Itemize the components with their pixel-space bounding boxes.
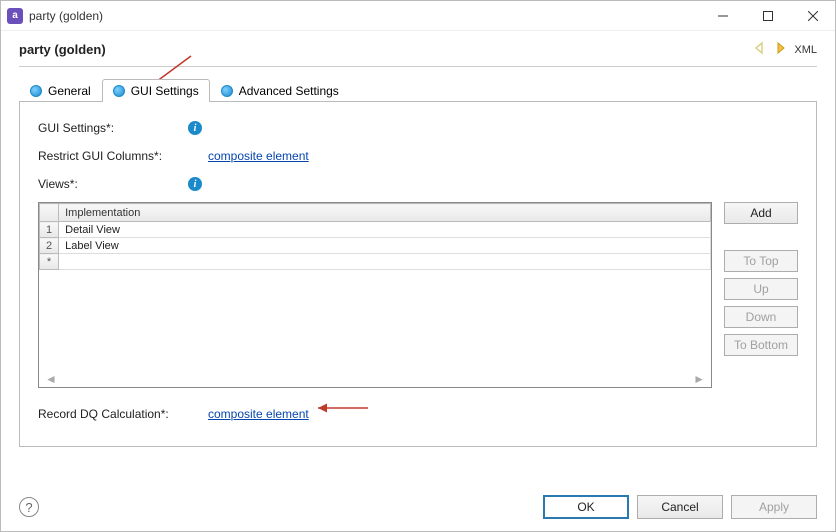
grid-corner (40, 204, 59, 222)
help-icon[interactable]: ? (19, 497, 39, 517)
back-arrow-icon[interactable] (750, 41, 770, 58)
label-record-dq: Record DQ Calculation*: (38, 407, 208, 421)
grid-header-implementation[interactable]: Implementation (59, 204, 711, 222)
titlebar: a party (golden) (1, 1, 835, 31)
grid-scrollbar[interactable]: ◄ ► (39, 371, 711, 387)
cancel-button[interactable]: Cancel (637, 495, 723, 519)
label-views: Views*: (38, 177, 188, 191)
tab-label: GUI Settings (131, 84, 199, 98)
scroll-left-icon[interactable]: ◄ (45, 372, 57, 386)
cell-implementation[interactable]: Detail View (59, 222, 711, 238)
link-restrict-columns[interactable]: composite element (208, 149, 309, 163)
views-area: Implementation 1 Detail View 2 Label Vie… (38, 202, 798, 388)
header-divider (19, 66, 817, 67)
minimize-button[interactable] (700, 1, 745, 31)
row-views: Views*: i (38, 172, 798, 196)
grid-side-buttons: Add To Top Up Down To Bottom (724, 202, 798, 388)
info-icon[interactable]: i (188, 121, 202, 135)
tab-gui-settings[interactable]: GUI Settings (102, 79, 210, 102)
tab-bar: General GUI Settings Advanced Settings (19, 79, 817, 102)
header: party (golden) XML (1, 31, 835, 66)
up-button[interactable]: Up (724, 278, 798, 300)
row-number: * (40, 254, 59, 270)
table-row-new[interactable]: * (40, 254, 711, 270)
apply-button[interactable]: Apply (731, 495, 817, 519)
tab-label: Advanced Settings (239, 84, 339, 98)
footer: ? OK Cancel Apply (19, 495, 817, 519)
cell-implementation[interactable] (59, 254, 711, 270)
tab-dot-icon (221, 85, 233, 97)
tab-dot-icon (30, 85, 42, 97)
to-top-button[interactable]: To Top (724, 250, 798, 272)
close-button[interactable] (790, 1, 835, 31)
tab-advanced-settings[interactable]: Advanced Settings (210, 79, 350, 102)
link-record-dq[interactable]: composite element (208, 407, 309, 421)
cell-implementation[interactable]: Label View (59, 238, 711, 254)
tab-label: General (48, 84, 91, 98)
info-icon[interactable]: i (188, 177, 202, 191)
label-restrict-columns: Restrict GUI Columns*: (38, 149, 188, 163)
add-button[interactable]: Add (724, 202, 798, 224)
row-record-dq: Record DQ Calculation*: composite elemen… (38, 402, 798, 426)
row-gui-settings: GUI Settings*: i (38, 116, 798, 140)
row-restrict-columns: Restrict GUI Columns*: composite element (38, 144, 798, 168)
table-row[interactable]: 2 Label View (40, 238, 711, 254)
window-title: party (golden) (29, 9, 700, 23)
app-icon: a (7, 8, 23, 24)
views-grid[interactable]: Implementation 1 Detail View 2 Label Vie… (38, 202, 712, 388)
label-gui-settings: GUI Settings*: (38, 121, 188, 135)
row-number: 1 (40, 222, 59, 238)
to-bottom-button[interactable]: To Bottom (724, 334, 798, 356)
maximize-button[interactable] (745, 1, 790, 31)
row-number: 2 (40, 238, 59, 254)
down-button[interactable]: Down (724, 306, 798, 328)
scroll-right-icon[interactable]: ► (693, 372, 705, 386)
tab-general[interactable]: General (19, 79, 102, 102)
table-row[interactable]: 1 Detail View (40, 222, 711, 238)
tab-dot-icon (113, 85, 125, 97)
xml-link[interactable]: XML (794, 44, 817, 56)
ok-button[interactable]: OK (543, 495, 629, 519)
page-title: party (golden) (19, 42, 750, 57)
tab-panel: GUI Settings*: i Restrict GUI Columns*: … (19, 101, 817, 447)
forward-arrow-icon[interactable] (770, 41, 790, 58)
